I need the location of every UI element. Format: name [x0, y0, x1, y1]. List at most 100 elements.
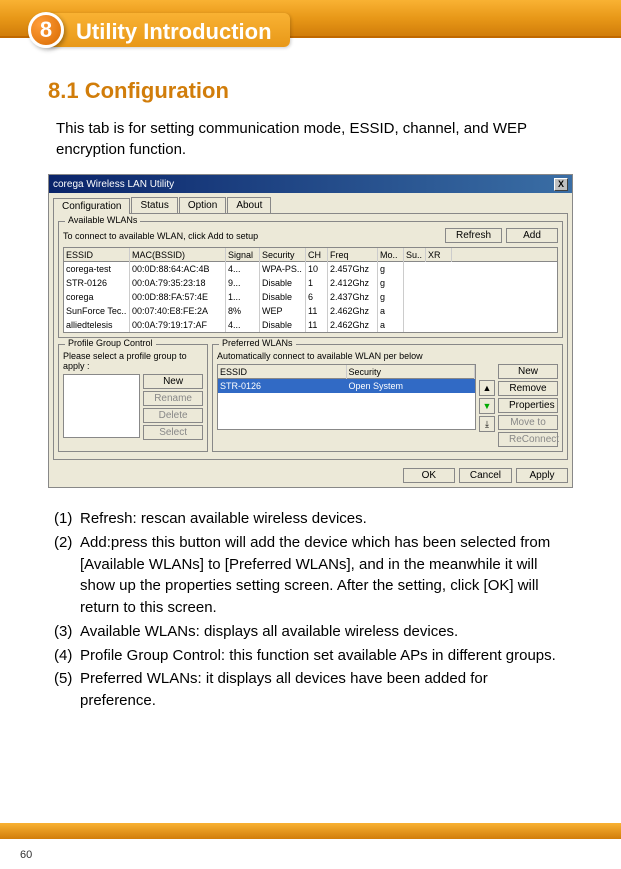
cell-mac: 00:0A:79:19:17:AF	[130, 318, 226, 332]
move-down-icon[interactable]: ▼	[479, 398, 495, 414]
item-number: (4)	[54, 645, 80, 667]
pw-reconnect-button[interactable]: ReConnect	[498, 432, 558, 447]
table-row[interactable]: alliedtelesis00:0A:79:19:17:AF4...Disabl…	[64, 318, 557, 332]
col-essid: ESSID	[64, 248, 130, 262]
cell-signal: 4...	[226, 262, 260, 276]
pgc-new-button[interactable]: New	[143, 374, 203, 389]
cell-security: WEP	[260, 304, 306, 318]
page-number: 60	[20, 849, 32, 861]
cell-security: WPA-PS..	[260, 262, 306, 276]
cell-essid: SunForce Tec..	[64, 304, 130, 318]
description-item: (4)Profile Group Control: this function …	[54, 645, 567, 667]
cell-ch: 11	[306, 318, 328, 332]
add-button[interactable]: Add	[506, 228, 558, 243]
intro-text: This tab is for setting communication mo…	[48, 118, 573, 160]
preferred-wlans-table[interactable]: ESSID Security STR-0126 Open System	[217, 364, 476, 430]
cell-freq: 2.462Ghz	[328, 318, 378, 332]
cell-mac: 00:0D:88:64:AC:4B	[130, 262, 226, 276]
item-text: Available WLANs: displays all available …	[80, 621, 567, 643]
col-su: Su..	[404, 248, 426, 262]
cell-signal: 8%	[226, 304, 260, 318]
cell-freq: 2.457Ghz	[328, 262, 378, 276]
apply-button[interactable]: Apply	[516, 468, 568, 483]
pgc-list[interactable]	[63, 374, 140, 438]
col-ch: CH	[306, 248, 328, 262]
pw-col-essid: ESSID	[218, 365, 347, 379]
cancel-button[interactable]: Cancel	[459, 468, 512, 483]
item-text: Add:press this button will add the devic…	[80, 532, 567, 619]
footer-bar	[0, 823, 621, 839]
pw-new-button[interactable]: New	[498, 364, 558, 379]
ok-button[interactable]: OK	[403, 468, 455, 483]
col-signal: Signal	[226, 248, 260, 262]
cell-security: Disable	[260, 290, 306, 304]
move-up-icon[interactable]: ▲	[479, 380, 495, 396]
cell-ch: 6	[306, 290, 328, 304]
available-wlans-group: Available WLANs To connect to available …	[58, 221, 563, 338]
cell-essid: STR-0126	[64, 276, 130, 290]
pw-label: Preferred WLANs	[219, 338, 296, 348]
item-number: (5)	[54, 668, 80, 712]
table-row[interactable]: STR-012600:0A:79:35:23:189...Disable12.4…	[64, 276, 557, 290]
cell-freq: 2.437Ghz	[328, 290, 378, 304]
cell-security: Disable	[260, 276, 306, 290]
item-text: Preferred WLANs: it displays all devices…	[80, 668, 567, 712]
chapter-title: Utility Introduction	[48, 13, 290, 47]
cell-mac: 00:0D:88:FA:57:4E	[130, 290, 226, 304]
pw-row[interactable]: STR-0126 Open System	[218, 379, 475, 393]
item-number: (2)	[54, 532, 80, 619]
close-icon[interactable]: X	[554, 178, 568, 191]
cell-essid: corega-test	[64, 262, 130, 276]
item-text: Refresh: rescan available wireless devic…	[80, 508, 567, 530]
available-wlans-table[interactable]: ESSID MAC(BSSID) Signal Security CH Freq…	[63, 247, 558, 333]
cell-signal: 1...	[226, 290, 260, 304]
cell-essid: alliedtelesis	[64, 318, 130, 332]
chapter-tab: 8 Utility Introduction	[28, 12, 290, 48]
dialog-panel: Available WLANs To connect to available …	[53, 213, 568, 460]
cell-signal: 4...	[226, 318, 260, 332]
table-header: ESSID MAC(BSSID) Signal Security CH Freq…	[64, 248, 557, 262]
cell-mac: 00:0A:79:35:23:18	[130, 276, 226, 290]
pgc-rename-button[interactable]: Rename	[143, 391, 203, 406]
dialog-title: corega Wireless LAN Utility	[53, 179, 174, 190]
cell-mo: g	[378, 290, 404, 304]
chapter-number-badge: 8	[28, 12, 64, 48]
cell-ch: 1	[306, 276, 328, 290]
cell-essid: corega	[64, 290, 130, 304]
profile-group-control: Profile Group Control Please select a pr…	[58, 344, 208, 452]
pw-row-security: Open System	[347, 379, 476, 393]
col-xr: XR	[426, 248, 452, 262]
pw-note: Automatically connect to available WLAN …	[217, 351, 558, 361]
tab-status[interactable]: Status	[131, 197, 177, 213]
pw-moveto-button[interactable]: Move to	[498, 415, 558, 430]
cell-mo: g	[378, 262, 404, 276]
tab-option[interactable]: Option	[179, 197, 226, 213]
pw-remove-button[interactable]: Remove	[498, 381, 558, 396]
cell-freq: 2.412Ghz	[328, 276, 378, 290]
move-end-icon[interactable]: ⤓	[479, 416, 495, 432]
col-mac: MAC(BSSID)	[130, 248, 226, 262]
table-row[interactable]: corega00:0D:88:FA:57:4E1...Disable62.437…	[64, 290, 557, 304]
pw-row-essid: STR-0126	[218, 379, 347, 393]
pgc-select-button[interactable]: Select	[143, 425, 203, 440]
cell-security: Disable	[260, 318, 306, 332]
table-row[interactable]: SunForce Tec..00:07:40:E8:FE:2A8%WEP112.…	[64, 304, 557, 318]
cell-mo: a	[378, 304, 404, 318]
preferred-wlans-group: Preferred WLANs Automatically connect to…	[212, 344, 563, 452]
pw-properties-button[interactable]: Properties	[498, 398, 558, 413]
refresh-button[interactable]: Refresh	[445, 228, 502, 243]
available-note: To connect to available WLAN, click Add …	[63, 231, 441, 241]
pw-col-security: Security	[347, 365, 476, 379]
pgc-delete-button[interactable]: Delete	[143, 408, 203, 423]
description-item: (5)Preferred WLANs: it displays all devi…	[54, 668, 567, 712]
dialog-tabs: Configuration Status Option About	[49, 193, 572, 213]
cell-ch: 10	[306, 262, 328, 276]
item-number: (3)	[54, 621, 80, 643]
description-item: (1)Refresh: rescan available wireless de…	[54, 508, 567, 530]
tab-about[interactable]: About	[227, 197, 271, 213]
wlan-utility-dialog: corega Wireless LAN Utility X Configurat…	[48, 174, 573, 488]
tab-configuration[interactable]: Configuration	[53, 198, 130, 214]
table-row[interactable]: corega-test00:0D:88:64:AC:4B4...WPA-PS..…	[64, 262, 557, 276]
cell-freq: 2.462Ghz	[328, 304, 378, 318]
item-number: (1)	[54, 508, 80, 530]
